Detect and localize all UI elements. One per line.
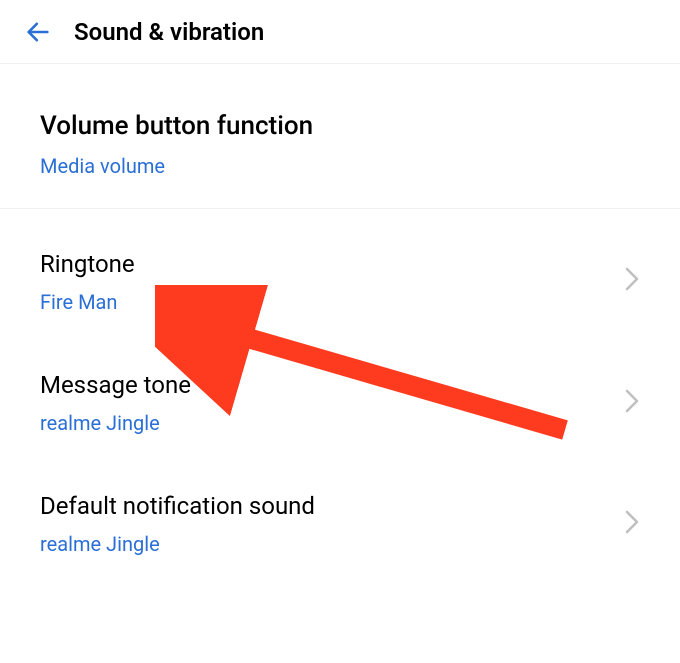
volume-button-title: Volume button function — [40, 110, 640, 144]
ringtone-item[interactable]: Ringtone Fire Man — [0, 209, 680, 342]
back-arrow-icon — [24, 18, 52, 46]
header: Sound & vibration — [0, 0, 680, 64]
default-notification-title: Default notification sound — [40, 491, 315, 522]
default-notification-item[interactable]: Default notification sound realme Jingle — [0, 463, 680, 584]
ringtone-value: Fire Man — [40, 290, 135, 314]
message-tone-title: Message tone — [40, 370, 191, 401]
chevron-right-icon — [624, 266, 640, 296]
volume-button-function-item[interactable]: Volume button function Media volume — [0, 64, 680, 209]
content: Volume button function Media volume Ring… — [0, 64, 680, 584]
chevron-right-icon — [624, 509, 640, 539]
default-notification-value: realme Jingle — [40, 532, 315, 556]
ringtone-title: Ringtone — [40, 249, 135, 280]
message-tone-text: Message tone realme Jingle — [40, 370, 191, 435]
chevron-right-icon — [624, 388, 640, 418]
ringtone-text: Ringtone Fire Man — [40, 249, 135, 314]
page-title: Sound & vibration — [74, 18, 264, 46]
volume-button-value: Media volume — [40, 154, 640, 178]
back-button[interactable] — [18, 12, 58, 52]
default-notification-text: Default notification sound realme Jingle — [40, 491, 315, 556]
message-tone-item[interactable]: Message tone realme Jingle — [0, 342, 680, 463]
message-tone-value: realme Jingle — [40, 411, 191, 435]
